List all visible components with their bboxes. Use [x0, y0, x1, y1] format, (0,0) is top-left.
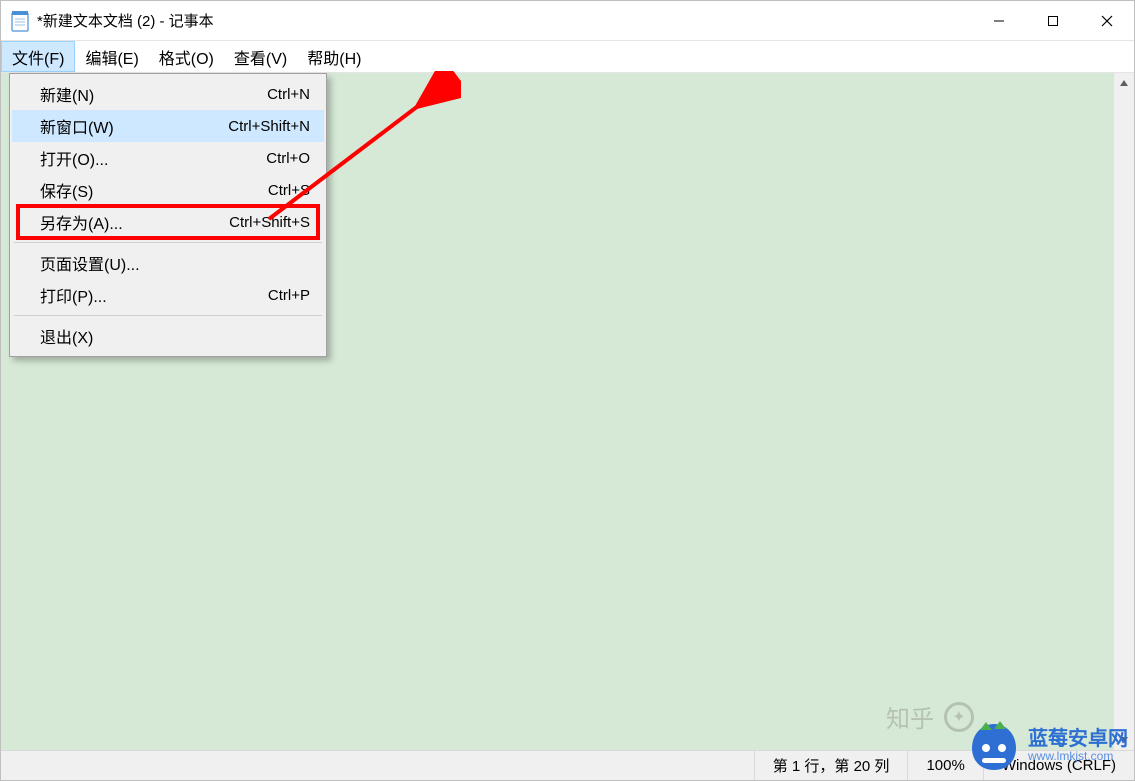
menu-item-shortcut: Ctrl+P — [268, 287, 310, 304]
menu-item-shortcut: Ctrl+Shift+N — [228, 118, 310, 135]
menu-edit[interactable]: 编辑(E) — [75, 41, 148, 72]
menu-separator — [14, 315, 322, 316]
menu-file[interactable]: 文件(F) — [1, 41, 75, 72]
menu-item-page-setup[interactable]: 页面设置(U)... — [12, 247, 324, 279]
scroll-up-icon[interactable] — [1114, 73, 1134, 93]
notepad-icon — [11, 10, 29, 32]
menu-item-label: 页面设置(U)... — [40, 251, 140, 275]
watermark-zhihu: 知乎 ✦ — [886, 699, 974, 734]
menu-item-shortcut: Ctrl+Shift+S — [229, 214, 310, 231]
menu-item-shortcut: Ctrl+O — [266, 150, 310, 167]
watermark-site-url: www.lmkjst.com — [1028, 750, 1128, 763]
menu-item-save[interactable]: 保存(S) Ctrl+S — [12, 174, 324, 206]
menu-item-label: 保存(S) — [40, 178, 93, 202]
menu-item-shortcut: Ctrl+S — [268, 182, 310, 199]
menu-item-print[interactable]: 打印(P)... Ctrl+P — [12, 279, 324, 311]
maximize-button[interactable] — [1026, 1, 1080, 40]
menu-help[interactable]: 帮助(H) — [297, 41, 371, 72]
menu-item-label: 新窗口(W) — [40, 114, 114, 138]
window-title: *新建文本文档 (2) - 记事本 — [37, 10, 214, 31]
watermark-site-name: 蓝莓安卓网 — [1028, 728, 1128, 750]
menu-item-save-as[interactable]: 另存为(A)... Ctrl+Shift+S — [12, 206, 324, 238]
statusbar: 第 1 行，第 20 列 100% Windows (CRLF) — [1, 750, 1134, 780]
watermark-zhihu-text: 知乎 — [886, 699, 934, 734]
vertical-scrollbar[interactable] — [1114, 73, 1134, 750]
titlebar-left: *新建文本文档 (2) - 记事本 — [1, 10, 214, 32]
status-cursor-position: 第 1 行，第 20 列 — [755, 751, 909, 780]
menu-view[interactable]: 查看(V) — [224, 41, 297, 72]
file-dropdown-menu: 新建(N) Ctrl+N 新窗口(W) Ctrl+Shift+N 打开(O)..… — [9, 73, 327, 357]
menu-item-label: 新建(N) — [40, 82, 94, 106]
watermark-site: 蓝莓安卓网 www.lmkjst.com — [966, 718, 1128, 774]
watermark-site-text: 蓝莓安卓网 www.lmkjst.com — [1028, 728, 1128, 763]
notepad-window: *新建文本文档 (2) - 记事本 文件(F) 编辑(E) 格式(O) 查看(V… — [0, 0, 1135, 781]
menu-item-new[interactable]: 新建(N) Ctrl+N — [12, 78, 324, 110]
menu-separator — [14, 242, 322, 243]
status-spacer — [1, 751, 755, 780]
minimize-button[interactable] — [972, 1, 1026, 40]
window-controls — [972, 1, 1134, 40]
menu-item-label: 另存为(A)... — [40, 210, 123, 234]
menu-item-open[interactable]: 打开(O)... Ctrl+O — [12, 142, 324, 174]
blueberry-icon — [966, 718, 1022, 774]
titlebar: *新建文本文档 (2) - 记事本 — [1, 1, 1134, 41]
menu-item-label: 退出(X) — [40, 324, 93, 348]
menubar: 文件(F) 编辑(E) 格式(O) 查看(V) 帮助(H) — [1, 41, 1134, 73]
menu-item-label: 打开(O)... — [40, 146, 108, 170]
menu-item-label: 打印(P)... — [40, 283, 107, 307]
menu-format[interactable]: 格式(O) — [149, 41, 224, 72]
close-button[interactable] — [1080, 1, 1134, 40]
menu-item-shortcut: Ctrl+N — [267, 86, 310, 103]
menu-item-exit[interactable]: 退出(X) — [12, 320, 324, 352]
menu-item-new-window[interactable]: 新窗口(W) Ctrl+Shift+N — [12, 110, 324, 142]
